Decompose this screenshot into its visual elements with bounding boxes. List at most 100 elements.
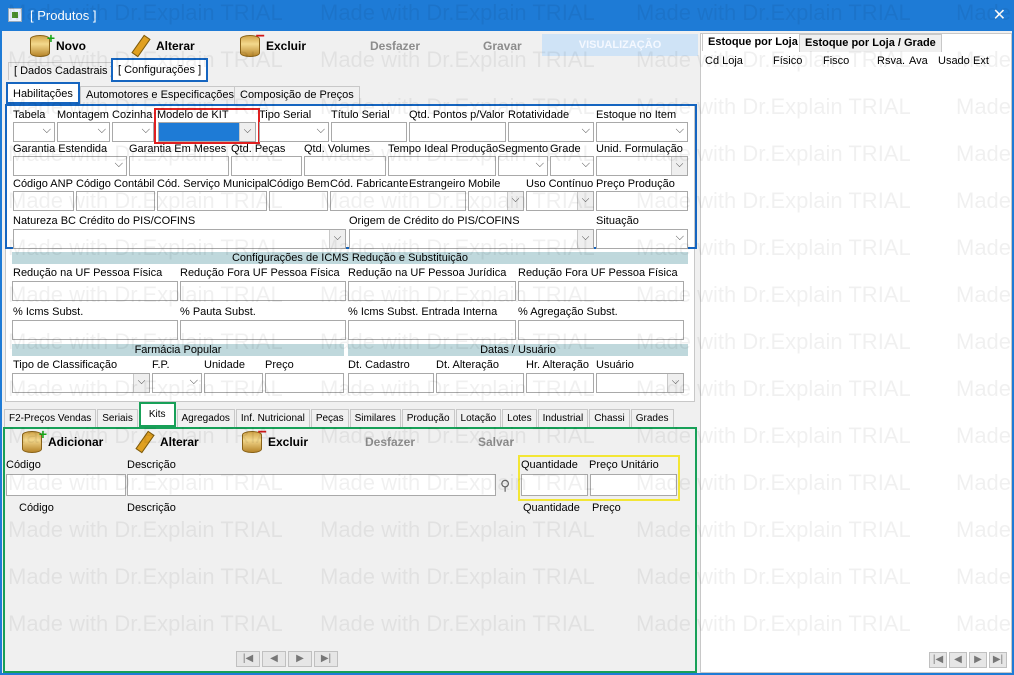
pauta-subst-input[interactable] xyxy=(180,320,346,340)
fp-select[interactable] xyxy=(152,373,202,393)
prev-record-icon[interactable]: ◀ xyxy=(262,651,286,667)
visualizacao-tab[interactable]: VISUALIZAÇÃO xyxy=(542,34,698,56)
preco-input[interactable] xyxy=(265,373,344,393)
tab-estoque-loja[interactable]: Estoque por Loja xyxy=(702,33,804,51)
tab-chassi[interactable]: Chassi xyxy=(589,409,630,427)
tab-dados-cadastrais[interactable]: [ Dados Cadastrais ] xyxy=(8,62,120,80)
cod-fabricante-input[interactable] xyxy=(330,191,466,211)
kits-excluir-button[interactable]: − Excluir xyxy=(242,424,308,456)
red-uf-pf-input[interactable] xyxy=(12,281,178,301)
tabela-select[interactable] xyxy=(13,122,55,142)
origem-credito-select[interactable]: ⌵ xyxy=(349,229,594,249)
estoque-col-6[interactable]: Ext xyxy=(973,55,989,67)
estoque-col-0[interactable]: Cd Loja xyxy=(705,55,743,67)
grid-header-quantidade[interactable]: Quantidade xyxy=(523,502,580,514)
last-record-icon[interactable]: ▶| xyxy=(314,651,338,667)
garantia-estendida-select[interactable] xyxy=(13,156,127,176)
chevron-down-icon[interactable]: ⌵ xyxy=(577,192,593,210)
search-icon[interactable]: ⚲ xyxy=(500,477,510,494)
next-record-icon[interactable]: ▶ xyxy=(288,651,312,667)
grid-header-preco[interactable]: Preço xyxy=(592,502,621,514)
tab-composicao[interactable]: Composição de Preços xyxy=(234,86,360,104)
kit-preco-unitario-input[interactable] xyxy=(590,474,677,496)
qtd-volumes-input[interactable] xyxy=(304,156,386,176)
tab-inf-nutricional[interactable]: Inf. Nutricional xyxy=(235,409,310,427)
kit-descricao-input[interactable] xyxy=(127,474,496,496)
montagem-select[interactable] xyxy=(57,122,110,142)
modelo-kit-select[interactable]: ⌵ xyxy=(158,122,256,142)
red-fora-pj-input[interactable] xyxy=(518,281,684,301)
tempo-ideal-input[interactable] xyxy=(388,156,496,176)
last-record-icon[interactable]: ▶| xyxy=(989,652,1007,668)
chevron-down-icon[interactable]: ⌵ xyxy=(329,230,345,248)
tab-produ-o[interactable]: Produção xyxy=(401,409,455,427)
estoque-col-5[interactable]: Usado xyxy=(938,55,970,67)
tab-seriais[interactable]: Seriais xyxy=(97,409,138,427)
chevron-down-icon[interactable]: ⌵ xyxy=(507,192,523,210)
chevron-down-icon[interactable]: ⌵ xyxy=(671,157,687,175)
icms-entrada-input[interactable] xyxy=(348,320,516,340)
tab-automotores[interactable]: Automotores e Especificações xyxy=(80,86,240,104)
estoque-item-select[interactable] xyxy=(596,122,688,142)
tab-configuracoes[interactable]: [ Configurações ] xyxy=(111,58,209,82)
gravar-button[interactable]: Gravar xyxy=(483,32,522,60)
garantia-meses-input[interactable] xyxy=(129,156,229,176)
grid-header-descricao[interactable]: Descrição xyxy=(127,502,176,514)
tab-grades[interactable]: Grades xyxy=(630,409,674,427)
unid-formulacao-select[interactable]: ⌵ xyxy=(596,156,688,176)
tab-f2-pre-os-vendas[interactable]: F2-Preços Vendas xyxy=(4,409,97,427)
estoque-col-3[interactable]: Rsva. xyxy=(877,55,905,67)
chevron-down-icon[interactable]: ⌵ xyxy=(133,374,149,392)
dt-alteracao-input[interactable] xyxy=(436,373,524,393)
tab-similares[interactable]: Similares xyxy=(349,409,401,427)
usuario-select[interactable]: ⌵ xyxy=(596,373,684,393)
desfazer-button[interactable]: Desfazer xyxy=(370,32,420,60)
tab-industrial[interactable]: Industrial xyxy=(537,409,589,427)
hr-alteracao-input[interactable] xyxy=(526,373,594,393)
red-uf-pj-input[interactable] xyxy=(348,281,516,301)
tab-agregados[interactable]: Agregados xyxy=(176,409,235,427)
tab-lotes[interactable]: Lotes xyxy=(502,409,537,427)
tab-estoque-grade[interactable]: Estoque por Loja / Grade xyxy=(799,34,942,52)
chevron-down-icon[interactable]: ⌵ xyxy=(667,374,683,392)
codigo-bem-input[interactable] xyxy=(269,191,328,211)
titulo-serial-input[interactable] xyxy=(331,122,407,142)
tipo-classificacao-select[interactable]: ⌵ xyxy=(12,373,150,393)
tipo-serial-select[interactable] xyxy=(259,122,329,142)
tab-habilitacoes[interactable]: Habilitações xyxy=(6,82,80,104)
close-icon[interactable]: ✕ xyxy=(993,5,1006,25)
grid-header-codigo[interactable]: Código xyxy=(19,502,54,514)
estoque-col-2[interactable]: Fisco xyxy=(823,55,849,67)
kit-quantidade-input[interactable] xyxy=(521,474,588,496)
segmento-select[interactable] xyxy=(498,156,548,176)
uso-continuo-select[interactable]: ⌵ xyxy=(526,191,594,211)
novo-button[interactable]: + Novo xyxy=(30,30,86,60)
kits-alterar-button[interactable]: Alterar xyxy=(134,428,199,456)
chevron-down-icon[interactable]: ⌵ xyxy=(577,230,593,248)
dt-cadastro-input[interactable] xyxy=(348,373,434,393)
situacao-select[interactable] xyxy=(596,229,688,249)
estoque-col-1[interactable]: Físico xyxy=(773,55,802,67)
chevron-down-icon[interactable]: ⌵ xyxy=(239,123,255,141)
qtd-pontos-input[interactable] xyxy=(409,122,506,142)
red-fora-pf-input[interactable] xyxy=(180,281,346,301)
first-record-icon[interactable]: |◀ xyxy=(236,651,260,667)
tab-pe-as[interactable]: Peças xyxy=(310,409,349,427)
kits-salvar-button[interactable]: Salvar xyxy=(478,428,514,456)
natureza-bc-select[interactable]: ⌵ xyxy=(13,229,346,249)
adicionar-button[interactable]: + Adicionar xyxy=(22,426,103,456)
first-record-icon[interactable]: |◀ xyxy=(929,652,947,668)
icms-subst-input[interactable] xyxy=(12,320,178,340)
prev-record-icon[interactable]: ◀ xyxy=(949,652,967,668)
alterar-button[interactable]: Alterar xyxy=(130,32,195,60)
agregacao-input[interactable] xyxy=(518,320,684,340)
mobile-select[interactable]: ⌵ xyxy=(468,191,524,211)
kits-desfazer-button[interactable]: Desfazer xyxy=(365,428,415,456)
tab-lota-o[interactable]: Lotação xyxy=(455,409,502,427)
cod-servico-input[interactable] xyxy=(157,191,267,211)
excluir-button[interactable]: − Excluir xyxy=(240,28,306,60)
codigo-contabil-input[interactable] xyxy=(76,191,155,211)
cozinha-select[interactable] xyxy=(112,122,154,142)
rotatividade-select[interactable] xyxy=(508,122,594,142)
kit-codigo-input[interactable] xyxy=(6,474,126,496)
